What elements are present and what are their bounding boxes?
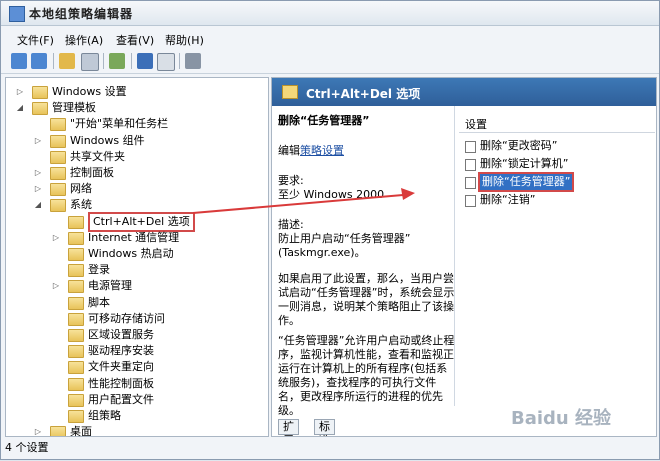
watermark: Baidu 经验 — [511, 408, 612, 429]
arrow-line — [192, 194, 404, 214]
policy-editor-window: 本地组策略编辑器 文件(F) 操作(A) 查看(V) 帮助(H) ▷ Window… — [0, 0, 660, 460]
arrow-head — [401, 188, 415, 200]
annotation-arrow — [192, 188, 415, 214]
